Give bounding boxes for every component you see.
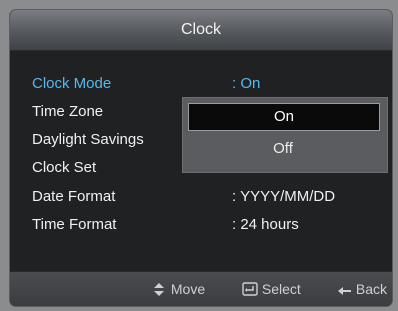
back-arrow-icon (336, 281, 352, 297)
move-hint-label: Move (170, 281, 206, 297)
up-down-arrow-icon (151, 281, 167, 297)
back-hint: Back (336, 281, 387, 297)
window-title: Clock (10, 10, 392, 51)
select-hint-label: Select (261, 281, 301, 297)
menu-item-time-zone[interactable]: Time Zone (32, 103, 103, 120)
dropdown-option-off[interactable]: Off (188, 136, 378, 162)
enter-icon (242, 281, 258, 297)
clock-mode-dropdown: On Off (182, 97, 388, 173)
clock-mode-value: : On (232, 75, 261, 92)
menu-item-date-format[interactable]: Date Format (32, 188, 115, 205)
select-hint: Select (242, 281, 301, 297)
menu-item-daylight-savings[interactable]: Daylight Savings (32, 131, 144, 148)
menu-item-time-format[interactable]: Time Format (32, 216, 116, 233)
date-format-value: : YYYY/MM/DD (232, 188, 336, 205)
back-hint-label: Back (355, 281, 388, 297)
footer-hints: Move Select Back (10, 271, 392, 306)
osd-panel: Clock Clock Mode : On Time Zone Daylight… (10, 10, 392, 306)
menu-item-clock-set[interactable]: Clock Set (32, 159, 96, 176)
move-hint: Move (151, 281, 205, 297)
menu-panel: Clock Mode : On Time Zone Daylight Savin… (10, 51, 392, 271)
dropdown-option-on[interactable]: On (188, 103, 380, 131)
time-format-value: : 24 hours (232, 216, 299, 233)
menu-item-clock-mode[interactable]: Clock Mode (32, 75, 111, 92)
